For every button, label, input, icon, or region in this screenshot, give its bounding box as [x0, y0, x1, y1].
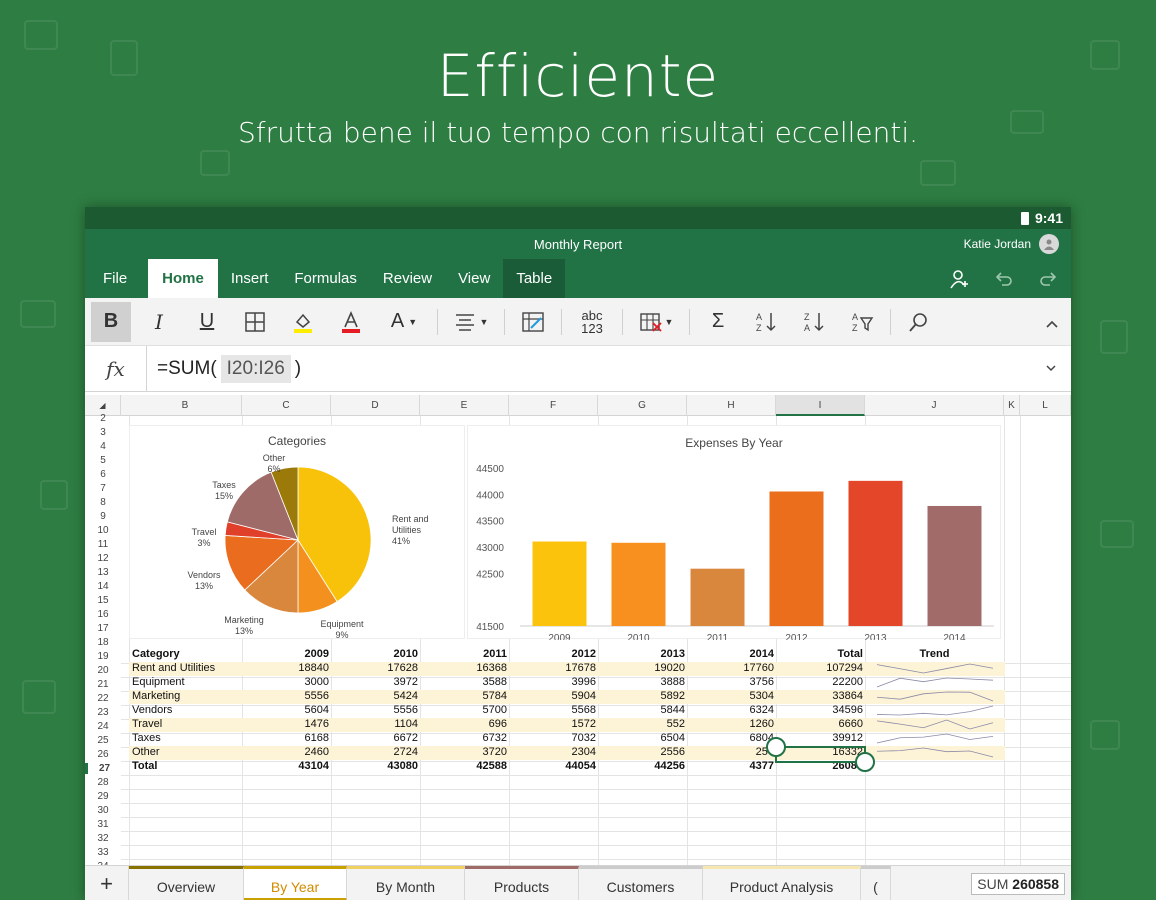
wrap-text-icon[interactable]	[513, 302, 553, 342]
sort-ascending-icon[interactable]: AZ	[746, 302, 786, 342]
tablet-screen: 9:41 Monthly Report Katie Jordan File Ho…	[85, 207, 1071, 900]
toolbar: B I U A ▼ ▼ abc 123 ▼ Σ AZ ZA AZ	[85, 298, 1071, 346]
svg-text:Z: Z	[756, 323, 762, 333]
underline-button[interactable]: U	[187, 302, 227, 342]
bold-button[interactable]: B	[91, 301, 131, 342]
sort-descending-icon[interactable]: ZA	[794, 302, 834, 342]
autosum-button[interactable]: Σ	[698, 302, 738, 342]
formula-suffix: )	[294, 357, 302, 379]
sheet-tab--[interactable]: (	[861, 866, 891, 900]
status-sum-value: 260858	[1012, 876, 1059, 892]
title-bar: Monthly Report Katie Jordan	[85, 229, 1071, 259]
hero-subtitle: Sfrutta bene il tuo tempo con risultati …	[237, 116, 919, 149]
filter-icon[interactable]: AZ	[842, 302, 882, 342]
sheet-tab-products[interactable]: Products	[465, 866, 579, 900]
document-title: Monthly Report	[533, 237, 623, 252]
svg-text:Z: Z	[852, 323, 858, 333]
tab-file[interactable]: File	[85, 259, 140, 298]
status-sum: SUM 260858	[971, 873, 1065, 895]
font-size-dropdown[interactable]: A ▼	[379, 302, 429, 342]
tab-table[interactable]: Table	[503, 259, 566, 298]
trend-sparkline	[876, 663, 994, 674]
trend-sparkline	[876, 733, 994, 744]
trend-sparkline	[876, 719, 994, 730]
user-name: Katie Jordan	[963, 237, 1031, 251]
status-time: 9:41	[1034, 210, 1063, 226]
formula-reference: I20:I26	[220, 354, 291, 383]
hero: Efficiente Sfrutta bene il tuo tempo con…	[0, 42, 1156, 149]
spreadsheet-grid[interactable]: ◢ B C D E F G H I J K L 2 3 4 5 6 7 8 9 10 11 12 13 14 15 16 17 18 1…	[85, 395, 1071, 865]
status-sum-label: SUM	[977, 876, 1009, 892]
status-bar: 9:41	[85, 207, 1071, 229]
avatar[interactable]	[1039, 234, 1059, 254]
sheet-tab-product-analysis[interactable]: Product Analysis	[703, 866, 861, 900]
svg-text:A: A	[804, 323, 810, 333]
sheet-tab-customers[interactable]: Customers	[579, 866, 703, 900]
font-color-icon[interactable]	[331, 302, 371, 342]
add-sheet-button[interactable]: +	[85, 866, 129, 900]
tab-review[interactable]: Review	[370, 259, 445, 298]
svg-text:Z: Z	[804, 312, 810, 322]
align-dropdown[interactable]: ▼	[446, 302, 496, 342]
redo-icon[interactable]	[1035, 266, 1061, 292]
italic-button[interactable]: I	[139, 302, 179, 342]
trend-sparkline	[876, 677, 994, 688]
search-icon[interactable]	[899, 302, 939, 342]
trend-sparkline	[876, 691, 994, 702]
sheet-tab-overview[interactable]: Overview	[129, 866, 244, 900]
font-size-label: A	[390, 310, 405, 332]
tab-home[interactable]: Home	[148, 259, 218, 298]
tab-formulas[interactable]: Formulas	[281, 259, 370, 298]
ribbon-tabs: File Home Insert Formulas Review View Ta…	[85, 259, 1071, 298]
expand-formula-icon[interactable]	[1045, 360, 1057, 378]
formula-prefix: =SUM(	[157, 357, 217, 379]
user-account[interactable]: Katie Jordan	[964, 234, 1059, 254]
svg-text:A: A	[852, 312, 858, 322]
number-format-button[interactable]: abc 123	[570, 302, 614, 342]
sheet-tabs-bar: + Overview By Year By Month Products Custome…	[85, 865, 1071, 900]
undo-icon[interactable]	[991, 266, 1017, 292]
function-icon[interactable]: fx	[85, 345, 147, 392]
hero-title: Efficiente	[436, 42, 720, 110]
svg-text:A: A	[756, 312, 762, 322]
trend-sparkline	[876, 747, 994, 758]
share-person-icon[interactable]	[947, 266, 973, 292]
insert-delete-dropdown[interactable]: ▼	[631, 302, 681, 342]
collapse-ribbon-icon[interactable]	[1045, 316, 1059, 334]
trend-sparkline	[876, 705, 994, 716]
battery-icon	[1020, 211, 1029, 225]
tab-view[interactable]: View	[445, 259, 503, 298]
tab-insert[interactable]: Insert	[218, 259, 282, 298]
formula-input[interactable]: =SUM( I20:I26 )	[147, 354, 302, 383]
borders-icon[interactable]	[235, 302, 275, 342]
sheet-tab-by-year[interactable]: By Year	[244, 866, 347, 900]
fill-color-icon[interactable]	[283, 302, 323, 342]
sheet-tab-by-month[interactable]: By Month	[347, 866, 465, 900]
formula-bar[interactable]: fx =SUM( I20:I26 )	[85, 345, 1071, 392]
